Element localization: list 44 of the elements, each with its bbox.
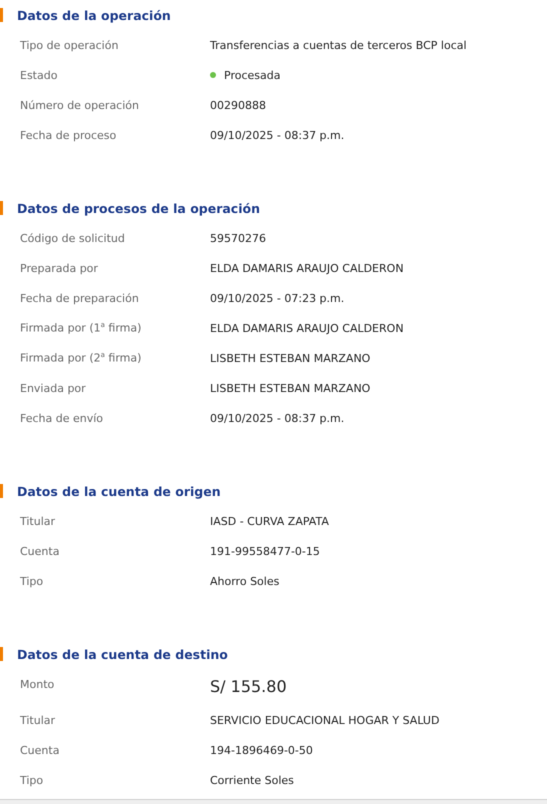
- field-label: Fecha de preparación: [20, 292, 140, 304]
- section-title: Datos de procesos de la operación: [17, 200, 260, 216]
- field-label: Tipo: [20, 574, 44, 588]
- field-value: SERVICIO EDUCACIONAL HOGAR Y SALUD: [210, 714, 440, 726]
- status-text: Procesada: [224, 68, 280, 82]
- field-label: Firmada por (1$^{a}$ firma): [20, 321, 142, 335]
- section-title: Datos de la cuenta de destino: [17, 646, 228, 662]
- field-label: Tipo de operación: [20, 38, 120, 52]
- field-label: Titular: [20, 714, 56, 726]
- field-value: Transferencias a cuentas de terceros BCP local: [210, 38, 467, 52]
- field-label: Monto: [20, 678, 56, 691]
- field-value: 191-99558477-0-15: [210, 544, 320, 558]
- field-label: Firmada por (2$^{a}$ firma): [20, 351, 142, 365]
- field-label: Enviada por: [20, 382, 87, 394]
- field-value: 194-1896469-0-50: [210, 744, 313, 756]
- field-value: 09/10/2025 - 07:23 p.m.: [210, 292, 344, 304]
- field-value: LISBETH ESTEBAN MARZANO: [210, 382, 370, 394]
- field-label: Número de operación: [20, 98, 140, 112]
- field-value: Corriente Soles: [210, 774, 294, 786]
- field-label: Preparada por: [20, 262, 99, 274]
- field-label: Estado: [20, 68, 58, 82]
- field-label: Tipo: [20, 774, 44, 786]
- accent-bar: [0, 484, 3, 498]
- field-value: IASD - CURVA ZAPATA: [210, 514, 329, 528]
- field-value: ELDA DAMARIS ARAUJO CALDERON: [210, 262, 404, 274]
- field-value: 59570276: [210, 232, 266, 244]
- accent-bar: [0, 8, 3, 22]
- field-value: Ahorro Soles: [210, 574, 280, 588]
- section-title: Datos de la cuenta de origen: [17, 484, 221, 498]
- field-label: Titular: [20, 514, 56, 528]
- accent-bar: [0, 647, 3, 661]
- amount-value: S/ 155.80: [210, 677, 287, 696]
- field-value: LISBETH ESTEBAN MARZANO: [210, 352, 370, 364]
- field-label: Cuenta: [20, 744, 60, 756]
- section-title: Datos de la operación: [17, 8, 171, 22]
- accent-bar: [0, 201, 3, 215]
- field-label: Cuenta: [20, 544, 60, 558]
- field-value: 00290888: [210, 98, 266, 112]
- field-label: Fecha de envío: [20, 412, 104, 424]
- field-value: 09/10/2025 - 08:37 p.m.: [210, 412, 344, 424]
- field-label: Código de solicitud: [20, 232, 126, 244]
- field-label: Fecha de proceso: [20, 128, 118, 142]
- field-value: ELDA DAMARIS ARAUJO CALDERON: [210, 322, 404, 334]
- field-value: 09/10/2025 - 08:37 p.m.: [210, 128, 344, 142]
